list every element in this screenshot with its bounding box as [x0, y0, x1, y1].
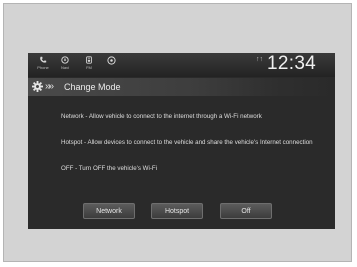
- off-description: OFF - Turn OFF the vehicle's Wi-Fi: [61, 165, 158, 172]
- audio-icon: [86, 56, 92, 64]
- title-bar: »» Change Mode: [28, 78, 335, 96]
- app-button[interactable]: [101, 54, 121, 76]
- off-button[interactable]: Off: [220, 203, 272, 219]
- hotspot-button[interactable]: Hotspot: [151, 203, 203, 219]
- mode-buttons: Network Hotspot Off: [28, 203, 335, 221]
- clock: 12:34: [267, 53, 317, 74]
- status-bar: Phone Navi FM ↑↑ 12:34: [28, 53, 335, 77]
- network-button[interactable]: Network: [83, 203, 135, 219]
- app-icon: [106, 56, 116, 65]
- page-title: Change Mode: [64, 82, 121, 92]
- signal-indicator: ↑↑: [256, 56, 263, 63]
- gear-icon: [32, 81, 43, 92]
- audio-button[interactable]: FM: [79, 54, 99, 76]
- navigation-icon: [61, 56, 69, 64]
- phone-label: Phone: [37, 65, 49, 70]
- audio-label: FM: [86, 65, 92, 70]
- hotspot-description: Hotspot - Allow devices to connect to th…: [61, 139, 313, 146]
- phone-icon: [40, 56, 47, 63]
- navi-label: Navi: [60, 65, 69, 70]
- phone-button[interactable]: Phone: [33, 54, 53, 76]
- navi-button[interactable]: Navi: [55, 54, 75, 76]
- infotainment-screen: Phone Navi FM ↑↑ 12:34 »» Change Mode Ne…: [28, 53, 335, 229]
- chevrons-icon: »»: [45, 81, 54, 92]
- network-description: Network - Allow vehicle to connect to th…: [61, 113, 262, 120]
